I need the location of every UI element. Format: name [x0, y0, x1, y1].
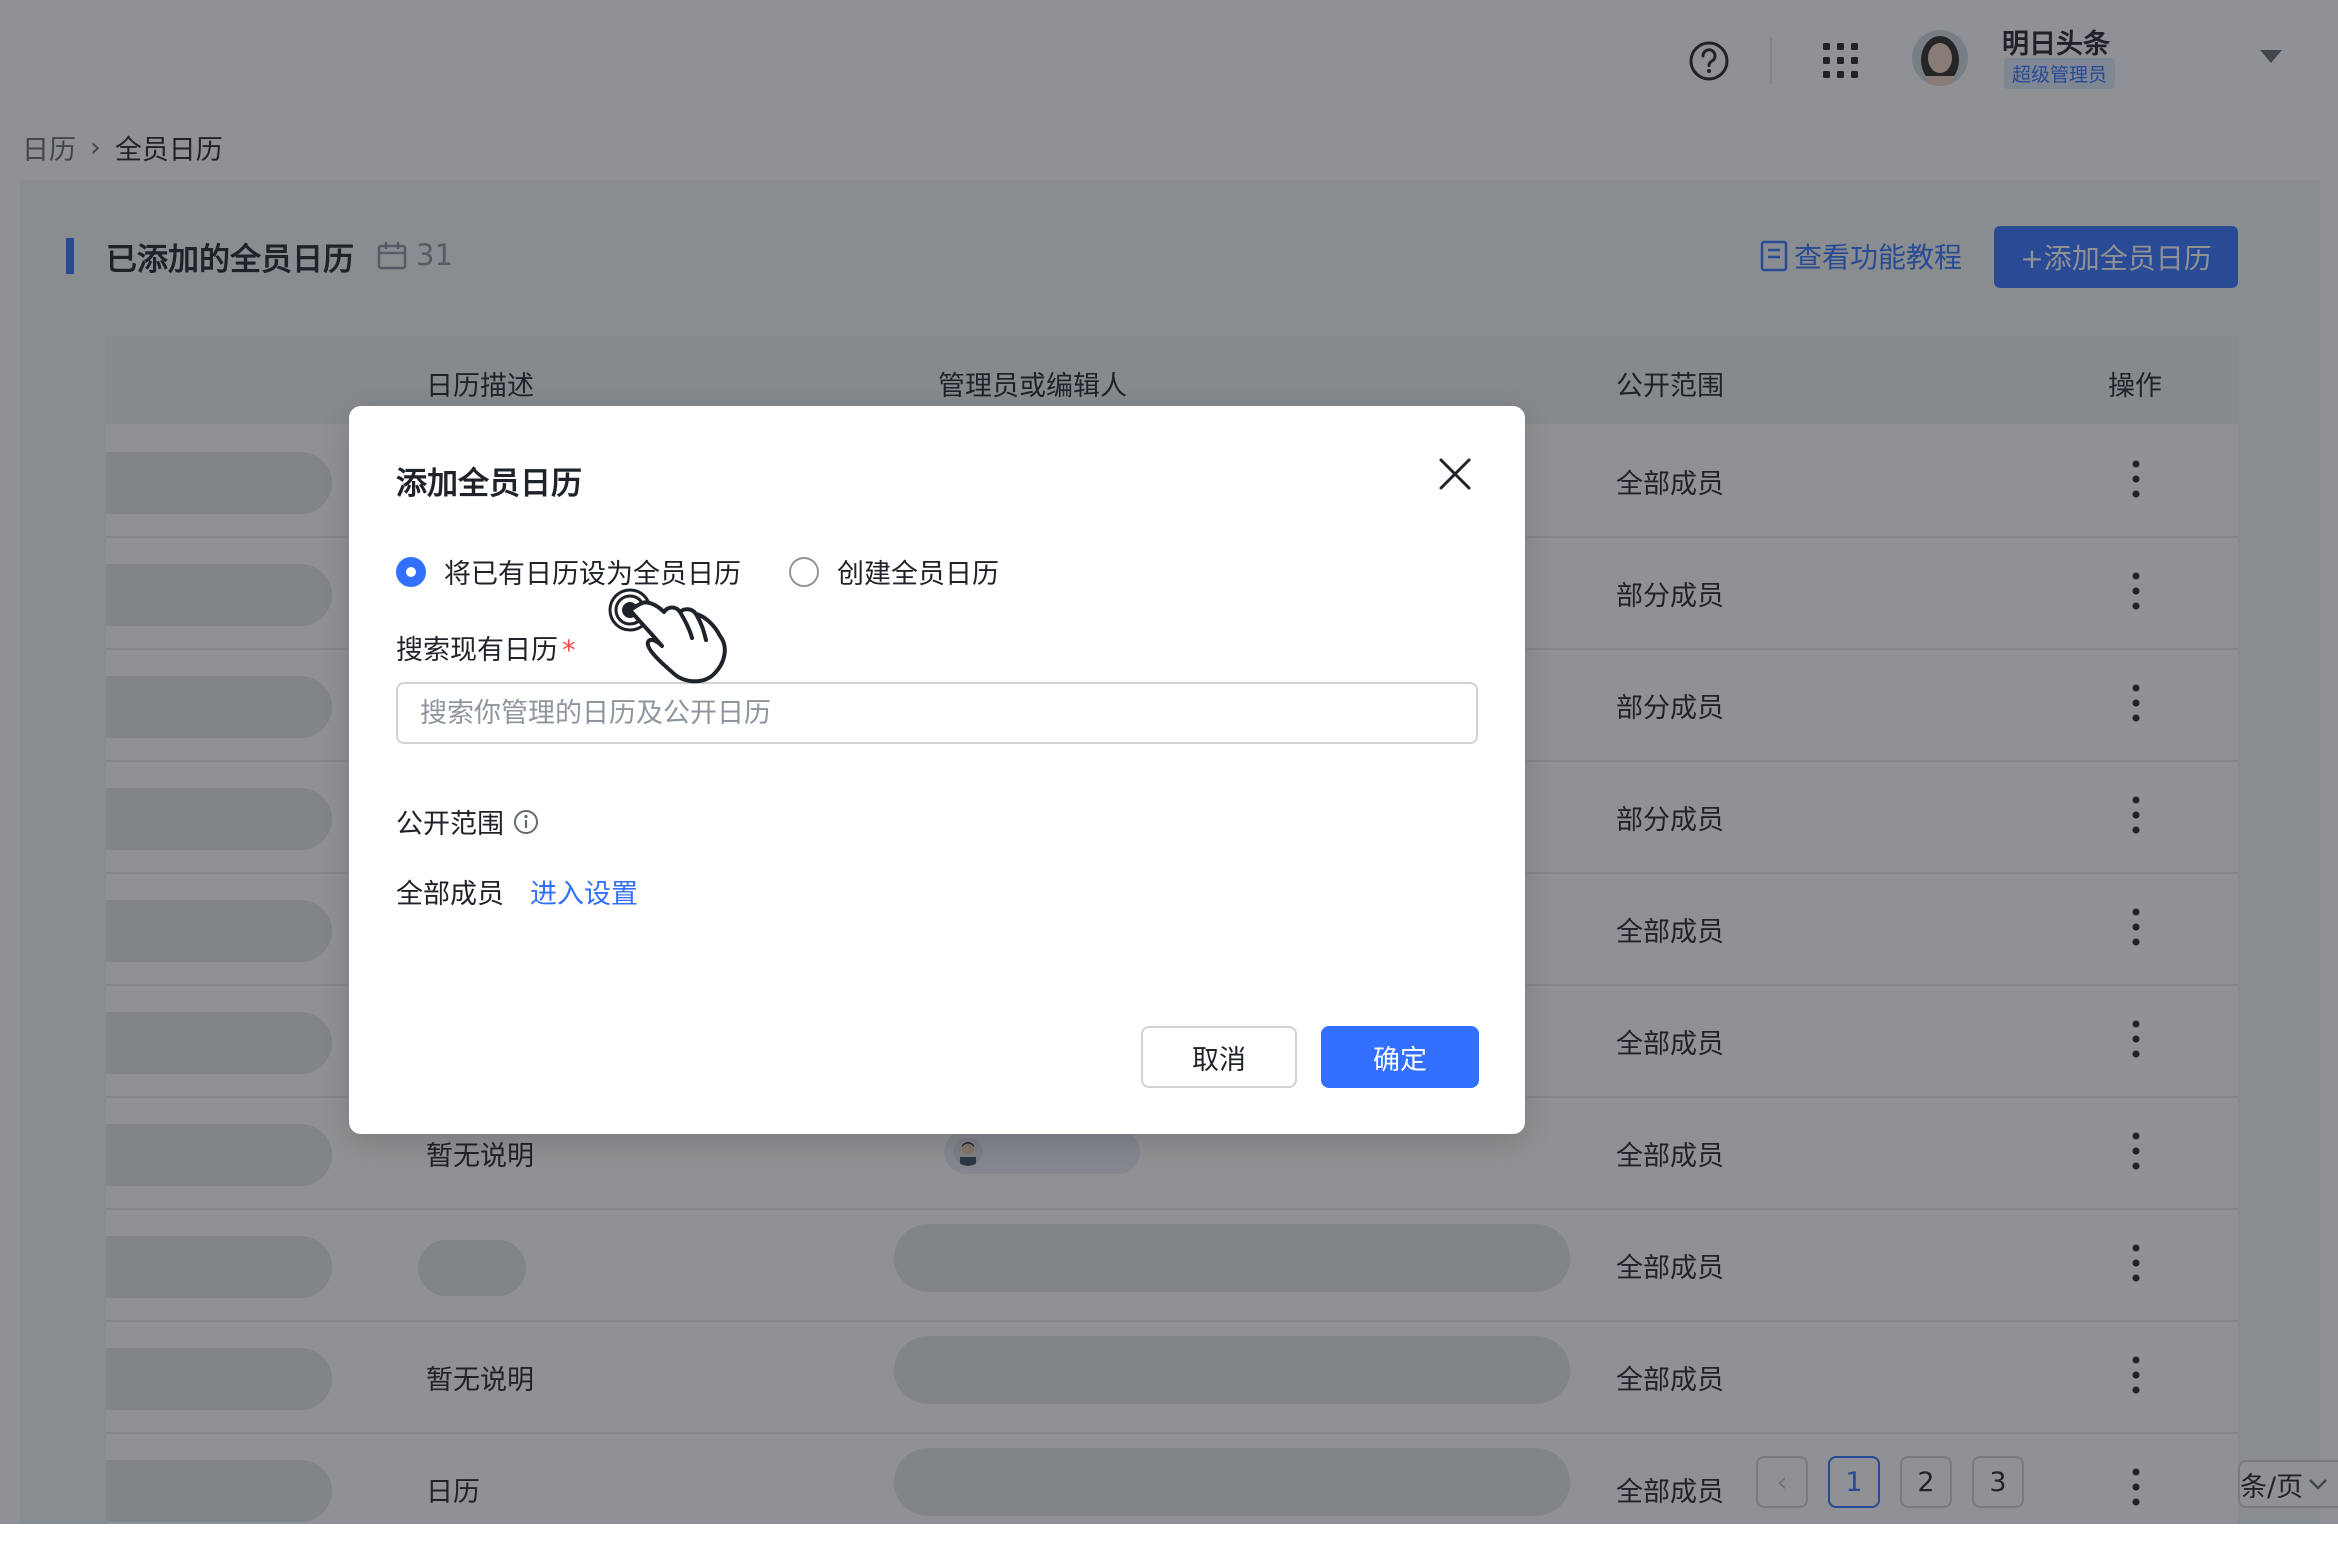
confirm-button[interactable]: 确定: [1321, 1026, 1479, 1088]
required-mark: *: [562, 635, 576, 666]
scope-value: 全部成员: [396, 879, 504, 910]
hand-pointer-icon: [608, 588, 727, 684]
radio-create-calendar-label[interactable]: 创建全员日历: [837, 552, 999, 591]
scope-label-text: 公开范围: [396, 809, 504, 840]
add-calendar-dialog: 添加全员日历 将已有日历设为全员日历 创建全员日历 搜索现有日历* 公开范围 全…: [349, 406, 1525, 1134]
search-label: 搜索现有日历 *: [396, 628, 576, 667]
cancel-button[interactable]: 取消: [1141, 1026, 1297, 1088]
page: 明日头条 超级管理员 日历 › 全员日历 已添加的全员日历 31 查看功能教程 …: [0, 0, 2338, 1524]
dialog-title: 添加全员日历: [396, 466, 582, 502]
scope-settings-link[interactable]: 进入设置: [530, 872, 638, 911]
search-label-text: 搜索现有日历: [396, 635, 558, 666]
radio-create-calendar[interactable]: [789, 556, 819, 587]
scope-label: 公开范围: [396, 802, 540, 841]
search-calendar-input[interactable]: [396, 682, 1478, 744]
info-icon[interactable]: [512, 808, 540, 836]
close-icon[interactable]: [1437, 456, 1473, 492]
radio-existing-calendar[interactable]: [396, 556, 426, 587]
